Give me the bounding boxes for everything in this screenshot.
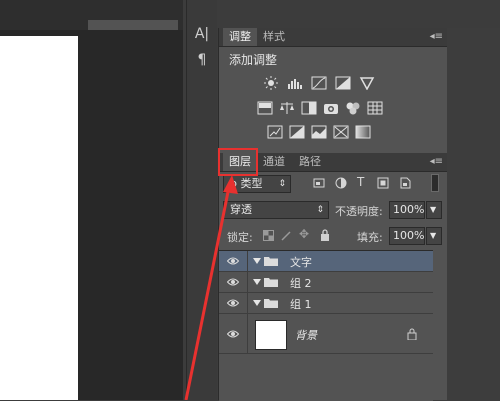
lock-transparent-icon[interactable] bbox=[263, 230, 274, 241]
hue-saturation-icon[interactable] bbox=[257, 101, 273, 115]
brightness-contrast-icon[interactable] bbox=[263, 76, 279, 90]
filter-smart-object-icon[interactable] bbox=[399, 177, 411, 189]
exposure-icon[interactable] bbox=[335, 76, 351, 90]
curves-icon[interactable] bbox=[311, 76, 327, 90]
black-white-icon[interactable] bbox=[301, 101, 317, 115]
threshold-icon[interactable] bbox=[311, 125, 327, 139]
filter-type-icon[interactable]: T bbox=[357, 175, 364, 189]
opacity-label: 不透明度: bbox=[335, 205, 383, 218]
fill-input[interactable]: 100% bbox=[389, 227, 425, 245]
layer-filter-label: ρ 类型 bbox=[230, 177, 263, 190]
eye-icon[interactable] bbox=[227, 277, 239, 287]
eye-icon[interactable] bbox=[227, 329, 239, 339]
row-separator bbox=[247, 293, 248, 313]
layer-row-group-1[interactable]: 组 1 bbox=[219, 293, 433, 314]
stepper-icon: ⇕ bbox=[278, 179, 286, 189]
layer-row-group-2[interactable]: 组 2 bbox=[219, 272, 433, 293]
panel-dock-right bbox=[446, 28, 500, 400]
posterize-icon[interactable] bbox=[289, 125, 305, 139]
lock-all-icon[interactable] bbox=[320, 229, 330, 241]
panels-column: 调整 样式 ◂≡ 添加调整 图层 通道 路径 ◂≡ ρ 类型 ⇕ T 穿透 ⇕ … bbox=[218, 28, 447, 401]
lock-pixels-icon[interactable] bbox=[281, 230, 292, 241]
eye-icon[interactable] bbox=[227, 256, 239, 266]
adjustments-tabbar: 调整 样式 ◂≡ bbox=[219, 28, 447, 47]
gradient-map-icon[interactable] bbox=[355, 125, 371, 139]
layer-row-background[interactable]: 背景 bbox=[219, 314, 433, 354]
add-adjustment-title: 添加调整 bbox=[229, 53, 278, 67]
filter-pixel-icon[interactable] bbox=[313, 177, 325, 189]
panel-menu-icon[interactable]: ◂≡ bbox=[430, 153, 443, 171]
photo-filter-icon[interactable] bbox=[323, 101, 339, 115]
annotation-highlight-box bbox=[218, 148, 258, 176]
color-balance-icon[interactable] bbox=[279, 101, 295, 115]
layer-name: 背景 bbox=[295, 329, 317, 342]
layer-list: 文字 组 2 组 1 背景 bbox=[219, 250, 433, 401]
filter-shape-icon[interactable] bbox=[377, 177, 389, 189]
blend-mode-select[interactable]: 穿透 ⇕ bbox=[223, 201, 329, 219]
stepper-icon: ⇕ bbox=[316, 205, 324, 215]
tab-paths[interactable]: 路径 bbox=[293, 153, 327, 171]
folder-icon bbox=[264, 278, 278, 287]
folder-icon bbox=[264, 299, 278, 308]
layer-thumbnail bbox=[255, 320, 287, 350]
opacity-dropdown-icon[interactable]: ▼ bbox=[426, 201, 442, 219]
panel-menu-icon[interactable]: ◂≡ bbox=[430, 28, 443, 46]
vibrance-icon[interactable] bbox=[359, 76, 375, 90]
layer-row-text-group[interactable]: 文字 bbox=[219, 251, 433, 272]
lock-icon bbox=[407, 328, 417, 340]
lock-position-icon[interactable]: ✥ bbox=[299, 227, 309, 241]
opacity-input[interactable]: 100% bbox=[389, 201, 425, 219]
eye-icon[interactable] bbox=[227, 298, 239, 308]
document-tab[interactable] bbox=[88, 20, 178, 30]
fill-label: 填充: bbox=[357, 231, 383, 244]
paragraph-icon[interactable]: ¶ bbox=[194, 52, 210, 68]
fill-dropdown-icon[interactable]: ▼ bbox=[426, 227, 442, 245]
row-separator bbox=[247, 272, 248, 292]
layer-name: 文字 bbox=[290, 256, 312, 269]
filter-toggle[interactable] bbox=[431, 174, 439, 192]
tab-adjustments[interactable]: 调整 bbox=[223, 28, 257, 46]
levels-icon[interactable] bbox=[287, 76, 303, 90]
selective-color-icon[interactable] bbox=[333, 125, 349, 139]
invert-icon[interactable] bbox=[267, 125, 283, 139]
channel-mixer-icon[interactable] bbox=[345, 101, 361, 115]
canvas[interactable] bbox=[0, 36, 78, 400]
expand-triangle-icon[interactable] bbox=[253, 300, 261, 306]
row-separator bbox=[247, 314, 248, 353]
row-separator bbox=[247, 251, 248, 271]
layer-filter-select[interactable]: ρ 类型 ⇕ bbox=[223, 175, 291, 193]
filter-adjustment-icon[interactable] bbox=[335, 177, 347, 189]
side-tool-column: A| ¶ bbox=[186, 0, 217, 400]
layer-name: 组 2 bbox=[290, 277, 312, 290]
tab-styles[interactable]: 样式 bbox=[257, 28, 291, 46]
lock-label: 锁定: bbox=[227, 231, 253, 244]
expand-triangle-icon[interactable] bbox=[253, 279, 261, 285]
folder-icon bbox=[264, 257, 278, 266]
character-icon[interactable]: A| bbox=[194, 26, 210, 42]
tab-channels[interactable]: 通道 bbox=[257, 153, 291, 171]
color-lookup-icon[interactable] bbox=[367, 101, 383, 115]
blend-mode-value: 穿透 bbox=[230, 203, 252, 216]
expand-triangle-icon[interactable] bbox=[253, 258, 261, 264]
layer-name: 组 1 bbox=[290, 298, 312, 311]
